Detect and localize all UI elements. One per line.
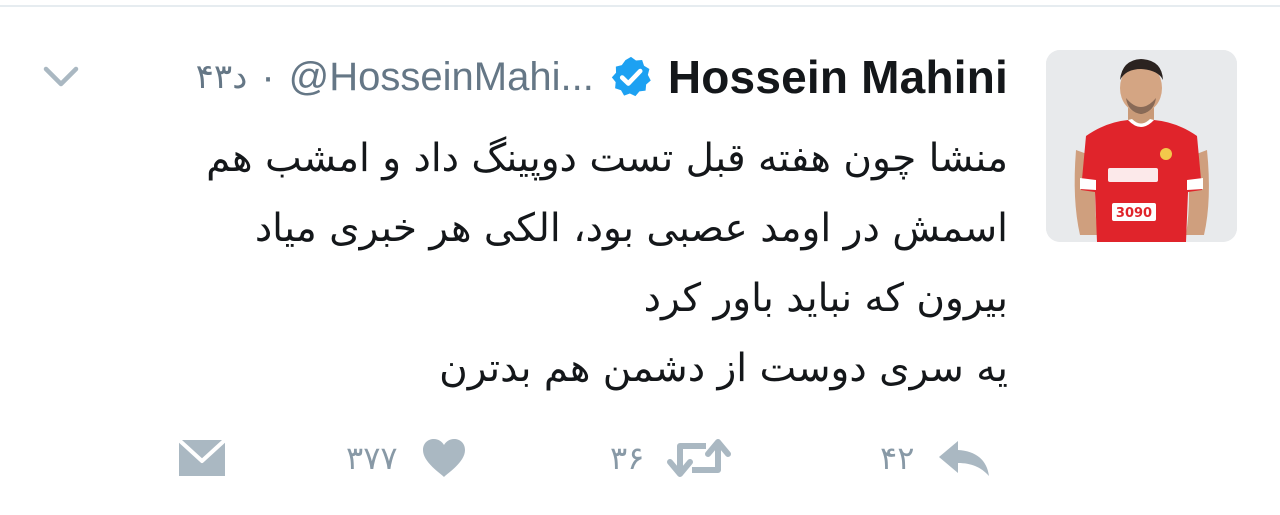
retweet-icon [667, 439, 732, 477]
tweet-text-line: اسمش در اومد عصبی بود، الکی هر خبری میاد [254, 206, 1008, 251]
direct-message-icon [177, 438, 227, 476]
chevron-down-icon[interactable] [42, 64, 80, 90]
tweet-text-line: یه سری دوست از دشمن هم بدترن [439, 346, 1008, 391]
tweet-actions: ۳۷۷ ۳۶ ۴۲ [170, 428, 1020, 488]
tweet-text-line: منشا چون هفته قبل تست دوپینگ داد و امشب … [206, 136, 1008, 181]
reply-icon [939, 441, 990, 476]
tweet-card[interactable]: 3090 Hossein Mahini @HosseinMahi... · ۴۳… [0, 0, 1280, 515]
retweet-button[interactable]: ۳۶ [610, 428, 732, 488]
direct-message-button[interactable] [176, 428, 228, 488]
tweet-body: منشا چون هفته قبل تست دوپینگ داد و امشب … [48, 124, 1008, 404]
like-count: ۳۷۷ [346, 439, 398, 477]
avatar-photo: 3090 [1046, 50, 1237, 242]
user-handle[interactable]: @HosseinMahi... [289, 55, 594, 100]
jersey-number: 3090 [1116, 206, 1152, 221]
tweet-header: Hossein Mahini @HosseinMahi... · ۴۳د [196, 42, 1008, 112]
separator-dot: · [261, 54, 275, 99]
display-name[interactable]: Hossein Mahini [668, 50, 1008, 104]
reply-count: ۴۲ [880, 439, 915, 477]
retweet-count: ۳۶ [610, 439, 645, 477]
tweet-timestamp[interactable]: ۴۳د [196, 57, 248, 97]
verified-badge-icon [611, 56, 651, 97]
reply-button[interactable]: ۴۲ [880, 428, 992, 488]
like-button[interactable]: ۳۷۷ [346, 428, 468, 488]
avatar[interactable]: 3090 [1046, 50, 1237, 242]
tweet-text-line: بیرون که نباید باور کرد [643, 276, 1008, 321]
heart-icon [422, 439, 465, 477]
